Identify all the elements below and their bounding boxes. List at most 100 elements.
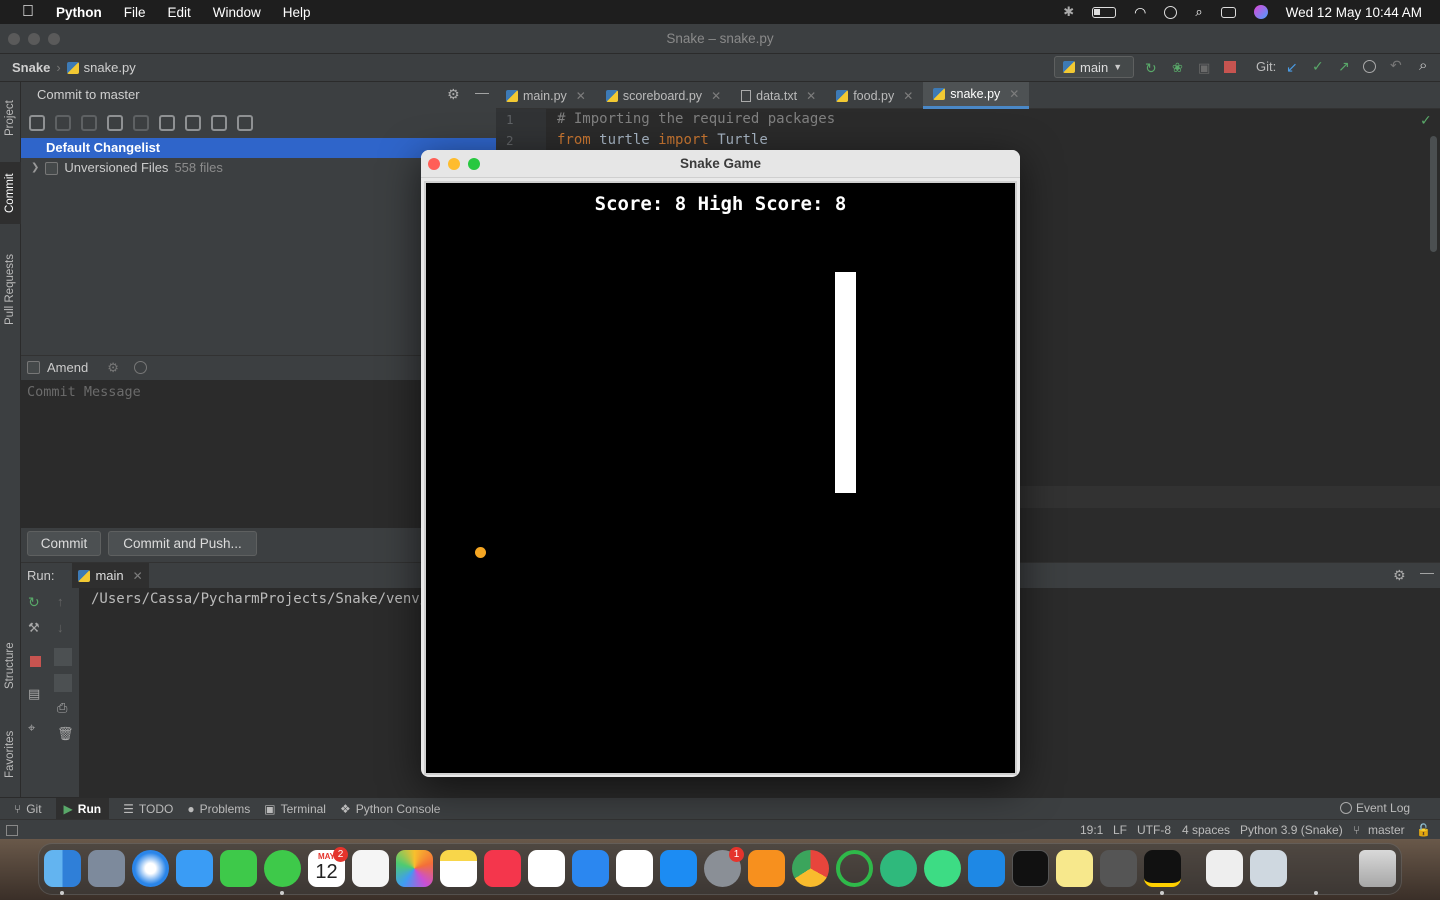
pages-icon[interactable] (616, 850, 653, 887)
event-log-button[interactable]: Event Log (1340, 801, 1410, 815)
atom-icon[interactable] (880, 850, 917, 887)
tool-tab-terminal[interactable]: ▣ Terminal (264, 802, 326, 816)
chrome-icon[interactable] (792, 850, 829, 887)
git-branch[interactable]: master (1368, 823, 1405, 837)
reminders-icon[interactable] (352, 850, 389, 887)
tool-tab-todo[interactable]: ☰ TODO (123, 802, 173, 816)
menu-help[interactable]: Help (283, 5, 311, 20)
app-store-icon[interactable] (660, 850, 697, 887)
indent-setting[interactable]: 4 spaces (1182, 823, 1230, 837)
line-separator[interactable]: LF (1113, 823, 1127, 837)
commit-message-input[interactable]: Commit Message (21, 380, 421, 528)
search-everywhere-icon[interactable]: ⌕ (1419, 57, 1427, 74)
group-by-icon[interactable] (159, 115, 175, 131)
download-icon[interactable] (133, 115, 149, 131)
inspection-ok-icon[interactable]: ✓ (1420, 112, 1432, 129)
calculator-icon[interactable] (1100, 850, 1137, 887)
tab-data[interactable]: data.txt ✕ (731, 82, 826, 109)
notes-icon[interactable] (440, 850, 477, 887)
expand-all-icon[interactable] (211, 115, 227, 131)
commit-and-push-button[interactable]: Commit and Push... (108, 531, 257, 556)
commit-button[interactable]: Commit (27, 531, 101, 556)
arrow-up-icon[interactable]: ↑ (57, 594, 64, 609)
game-canvas[interactable]: Score: 8 High Score: 8 (424, 181, 1017, 775)
structure-tool-tab[interactable]: Structure (0, 630, 21, 702)
tool-tab-python-console[interactable]: ❖ Python Console (340, 802, 441, 816)
menu-clock[interactable]: Wed 12 May 10:44 AM (1286, 5, 1422, 20)
close-tab-icon[interactable]: ✕ (903, 83, 913, 109)
print-icon[interactable]: ⎙ (57, 700, 67, 716)
pin-icon[interactable]: ⌖ (28, 720, 35, 736)
shelve-icon[interactable] (81, 115, 97, 131)
debug-icon[interactable]: ❀ (1172, 60, 1183, 76)
tool-tab-git[interactable]: ⑂ Git (14, 802, 42, 816)
preview-icon[interactable] (1250, 850, 1287, 887)
tool-tab-problems[interactable]: ● Problems (187, 802, 250, 816)
minimize-window-button[interactable] (448, 158, 460, 170)
tab-snake[interactable]: snake.py ✕ (923, 82, 1030, 109)
favorites-tool-tab[interactable]: Favorites (0, 718, 21, 790)
pycharm-icon[interactable] (1144, 850, 1181, 887)
close-window-button[interactable] (8, 33, 20, 45)
activity-ring-icon[interactable] (836, 850, 873, 887)
gear-icon[interactable]: ⚙ (447, 86, 460, 103)
arrow-down-icon[interactable]: ↓ (57, 620, 64, 635)
facetime-icon[interactable] (220, 850, 257, 887)
clock-icon[interactable] (133, 361, 147, 374)
unversioned-checkbox[interactable] (45, 161, 59, 175)
python-interpreter[interactable]: Python 3.9 (Snake) (1240, 823, 1343, 837)
run-config-select[interactable]: main ▼ (1054, 56, 1134, 78)
project-tool-tab[interactable]: Project (0, 88, 21, 148)
hide-panel-icon[interactable]: — (1420, 564, 1434, 580)
android-studio-icon[interactable] (924, 850, 961, 887)
stop-icon[interactable] (30, 656, 41, 667)
caret-position[interactable]: 19:1 (1080, 823, 1103, 837)
bluetooth-icon[interactable]: ✱ (1063, 4, 1074, 20)
history-icon[interactable] (1363, 60, 1376, 73)
user-icon[interactable] (1164, 5, 1178, 19)
breadcrumb-file[interactable]: snake.py (84, 60, 136, 75)
close-tab-icon[interactable]: ✕ (576, 83, 586, 109)
rerun-icon[interactable]: ↻ (28, 594, 40, 611)
books-icon[interactable] (748, 850, 785, 887)
pull-requests-tool-tab[interactable]: Pull Requests (0, 242, 21, 337)
control-center-icon[interactable] (1220, 6, 1236, 18)
apple-icon[interactable]:  (0, 3, 56, 21)
run-tab-main[interactable]: main ✕ (72, 562, 149, 589)
tab-scoreboard[interactable]: scoreboard.py ✕ (596, 82, 731, 109)
search-icon[interactable]: ⌕ (1195, 4, 1202, 20)
amend-checkbox[interactable] (27, 361, 40, 374)
stickies-icon[interactable] (1056, 850, 1093, 887)
zoom-window-button[interactable] (48, 33, 60, 45)
amend-label[interactable]: Amend (47, 360, 88, 375)
tool-tab-run[interactable]: ▶ Run (55, 797, 110, 820)
terminal-app-icon[interactable] (1012, 850, 1049, 887)
wifi-icon[interactable]: ◠ (1134, 4, 1146, 21)
layout-icon[interactable]: ▤ (28, 686, 40, 702)
git-push-icon[interactable]: ↗ (1338, 58, 1350, 75)
diff-icon[interactable] (107, 115, 123, 131)
hide-panel-icon[interactable]: — (475, 84, 489, 100)
chevron-right-icon[interactable]: ❯ (31, 158, 39, 178)
photos-icon[interactable] (396, 850, 433, 887)
eye-icon[interactable] (185, 115, 201, 131)
trash-icon[interactable] (1359, 850, 1396, 887)
file-encoding[interactable]: UTF-8 (1137, 823, 1171, 837)
coverage-icon[interactable]: ▣ (1198, 60, 1210, 76)
zoom-window-button[interactable] (468, 158, 480, 170)
messages-icon[interactable] (264, 850, 301, 887)
menu-window[interactable]: Window (213, 5, 261, 20)
mail-icon[interactable] (176, 850, 213, 887)
siri-icon[interactable] (1253, 5, 1268, 19)
launchpad-icon[interactable] (88, 850, 125, 887)
menu-file[interactable]: File (124, 5, 146, 20)
stop-icon[interactable] (1224, 61, 1236, 73)
finder-icon[interactable] (44, 850, 81, 887)
tab-food[interactable]: food.py ✕ (826, 82, 923, 109)
safari-icon[interactable] (132, 850, 169, 887)
music-icon[interactable] (484, 850, 521, 887)
soft-wrap-icon[interactable] (54, 648, 72, 666)
wrench-icon[interactable]: ⚒ (28, 620, 40, 636)
tab-main[interactable]: main.py ✕ (496, 82, 596, 109)
gear-icon[interactable]: ⚙ (107, 360, 119, 376)
